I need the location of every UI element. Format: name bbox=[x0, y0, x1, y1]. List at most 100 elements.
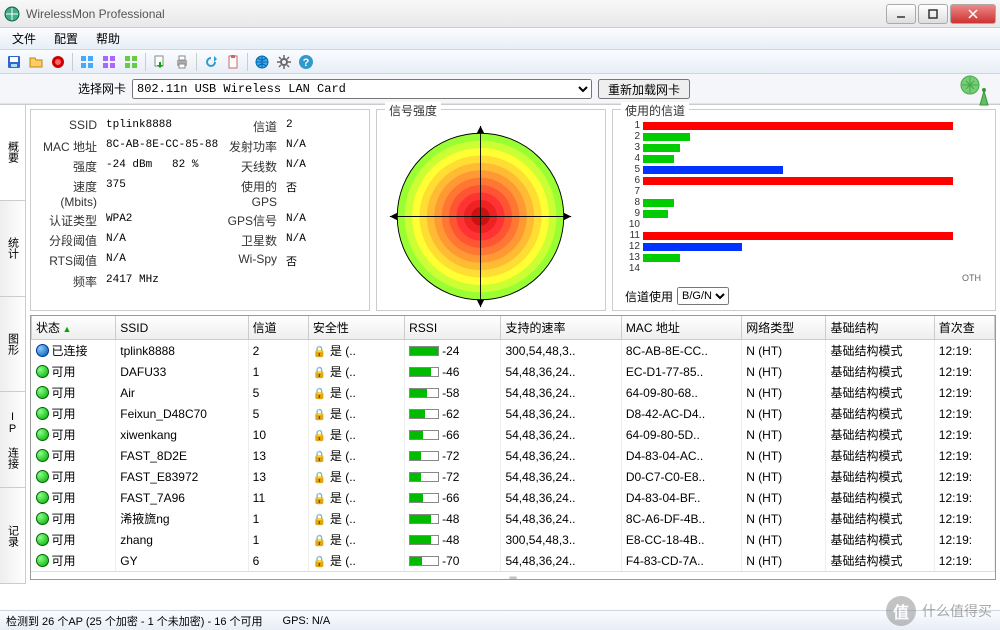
clipboard-icon[interactable] bbox=[223, 52, 243, 72]
signal-strength-panel: 信号强度 bbox=[376, 109, 606, 311]
channel-row: 5 bbox=[625, 164, 983, 175]
refresh-icon[interactable] bbox=[201, 52, 221, 72]
val-gpssig: N/A bbox=[283, 212, 323, 229]
channel-row: 1 bbox=[625, 120, 983, 131]
val-chan: 2 bbox=[283, 118, 323, 135]
side-tabs: 概要 统计 图形 IP 连接 记录 bbox=[0, 105, 26, 584]
col-rates[interactable]: 支持的速率 bbox=[501, 316, 621, 340]
save-icon[interactable] bbox=[4, 52, 24, 72]
tab-ipconn[interactable]: IP 连接 bbox=[0, 392, 25, 488]
val-auth: WPA2 bbox=[103, 212, 223, 229]
status-gps: GPS: N/A bbox=[283, 615, 331, 627]
table-row[interactable]: 可用FAST_8D2E13🔒 是 (..-7254,48,36,24..D4-8… bbox=[32, 445, 995, 466]
maximize-button[interactable] bbox=[918, 4, 948, 24]
lbl-ant: 天线数 bbox=[227, 158, 279, 175]
table-row[interactable]: 可用FAST_E8397213🔒 是 (..-7254,48,36,24..D0… bbox=[32, 466, 995, 487]
col-infra[interactable]: 基础结构 bbox=[826, 316, 934, 340]
ap-table[interactable]: 状态 SSID 信道 安全性 RSSI 支持的速率 MAC 地址 网络类型 基础… bbox=[30, 315, 996, 580]
grid1-icon[interactable] bbox=[77, 52, 97, 72]
col-mac[interactable]: MAC 地址 bbox=[621, 316, 741, 340]
close-button[interactable] bbox=[950, 4, 996, 24]
tab-graph[interactable]: 图形 bbox=[0, 297, 25, 393]
lbl-ssid: SSID bbox=[37, 118, 99, 135]
col-status[interactable]: 状态 bbox=[32, 316, 116, 340]
globe-icon[interactable] bbox=[252, 52, 272, 72]
col-chan[interactable]: 信道 bbox=[248, 316, 308, 340]
signal-title: 信号强度 bbox=[385, 102, 441, 119]
channels-panel: 使用的信道 1234567891011121314 OTH 信道使用 B/G/N bbox=[612, 109, 996, 311]
lbl-frag: 分段阈值 bbox=[37, 232, 99, 249]
val-frag: N/A bbox=[103, 232, 223, 249]
table-row[interactable]: 可用DAFU331🔒 是 (..-4654,48,36,24..EC-D1-77… bbox=[32, 361, 995, 382]
table-row[interactable]: 可用xiwenkang10🔒 是 (..-6654,48,36,24..64-0… bbox=[32, 424, 995, 445]
antenna-icon bbox=[956, 71, 992, 107]
lbl-gpssig: GPS信号 bbox=[227, 212, 279, 229]
nic-select[interactable]: 802.11n USB Wireless LAN Card bbox=[132, 79, 592, 99]
table-row[interactable]: 可用Feixun_D48C705🔒 是 (..-6254,48,36,24..D… bbox=[32, 403, 995, 424]
val-gps: 否 bbox=[283, 178, 323, 209]
watermark-badge: 值 bbox=[886, 596, 916, 626]
table-row[interactable]: 可用FAST_7A9611🔒 是 (..-6654,48,36,24..D4-8… bbox=[32, 487, 995, 508]
col-first[interactable]: 首次查 bbox=[934, 316, 994, 340]
tab-log[interactable]: 记录 bbox=[0, 488, 25, 584]
lbl-wispy: Wi-Spy bbox=[227, 252, 279, 270]
lbl-mac: MAC 地址 bbox=[37, 138, 99, 155]
reload-nic-button[interactable]: 重新加载网卡 bbox=[598, 79, 690, 99]
help-icon[interactable]: ? bbox=[296, 52, 316, 72]
main-area: 概要 统计 图形 IP 连接 记录 SSIDtplink8888 信道2 MAC… bbox=[0, 104, 1000, 584]
channels-title: 使用的信道 bbox=[621, 102, 689, 119]
open-icon[interactable] bbox=[26, 52, 46, 72]
chuse-select[interactable]: B/G/N bbox=[677, 287, 729, 305]
signal-radar bbox=[383, 124, 578, 309]
channel-row: 4 bbox=[625, 153, 983, 164]
val-rts: N/A bbox=[103, 252, 223, 270]
val-wispy: 否 bbox=[283, 252, 323, 270]
val-sat: N/A bbox=[283, 232, 323, 249]
channel-row: 9 bbox=[625, 208, 983, 219]
scroll-hint: ═ bbox=[31, 571, 995, 580]
lbl-speed: 速度(Mbits) bbox=[37, 178, 99, 209]
window-titlebar: WirelessMon Professional bbox=[0, 0, 1000, 28]
statusbar: 检测到 26 个AP (25 个加密 - 1 个未加密) - 16 个可用 GP… bbox=[0, 610, 1000, 630]
menu-config[interactable]: 配置 bbox=[46, 28, 86, 49]
print-icon[interactable] bbox=[172, 52, 192, 72]
table-row[interactable]: 可用zhang1🔒 是 (..-48300,54,48,3..E8-CC-18-… bbox=[32, 529, 995, 550]
col-sec[interactable]: 安全性 bbox=[308, 316, 404, 340]
nic-label: 选择网卡 bbox=[8, 80, 126, 97]
channel-row: 7 bbox=[625, 186, 983, 197]
export-icon[interactable] bbox=[150, 52, 170, 72]
menu-help[interactable]: 帮助 bbox=[88, 28, 128, 49]
table-row[interactable]: 可用GY6🔒 是 (..-7054,48,36,24..F4-83-CD-7A.… bbox=[32, 550, 995, 571]
menu-file[interactable]: 文件 bbox=[4, 28, 44, 49]
table-row[interactable]: 可用浠掖旒ng1🔒 是 (..-4854,48,36,24..8C-A6-DF-… bbox=[32, 508, 995, 529]
record-icon[interactable] bbox=[48, 52, 68, 72]
chuse-label: 信道使用 bbox=[625, 288, 673, 305]
channel-bars: 1234567891011121314 bbox=[619, 118, 989, 273]
table-row[interactable]: 可用Air5🔒 是 (..-5854,48,36,24..64-09-80-68… bbox=[32, 382, 995, 403]
channel-row: 3 bbox=[625, 142, 983, 153]
content-area: SSIDtplink8888 信道2 MAC 地址8C-AB-8E-CC-85-… bbox=[26, 105, 1000, 584]
channel-row: 10 bbox=[625, 219, 983, 230]
svg-text:?: ? bbox=[303, 57, 310, 69]
grid3-icon[interactable] bbox=[121, 52, 141, 72]
settings-icon[interactable] bbox=[274, 52, 294, 72]
table-row[interactable]: 已连接tplink88882🔒 是 (..-24300,54,48,3..8C-… bbox=[32, 340, 995, 362]
tab-summary[interactable]: 概要 bbox=[0, 105, 25, 201]
channel-row: 11 bbox=[625, 230, 983, 241]
lbl-strength: 强度 bbox=[37, 158, 99, 175]
lbl-rts: RTS阈值 bbox=[37, 252, 99, 270]
col-rssi[interactable]: RSSI bbox=[405, 316, 501, 340]
val-ssid: tplink8888 bbox=[103, 118, 223, 135]
tab-stats[interactable]: 统计 bbox=[0, 201, 25, 297]
channel-row: 2 bbox=[625, 131, 983, 142]
window-title: WirelessMon Professional bbox=[26, 7, 884, 21]
toolbar: ? bbox=[0, 50, 1000, 74]
minimize-button[interactable] bbox=[886, 4, 916, 24]
col-ntype[interactable]: 网络类型 bbox=[742, 316, 826, 340]
grid2-icon[interactable] bbox=[99, 52, 119, 72]
val-ant: N/A bbox=[283, 158, 323, 175]
val-mac: 8C-AB-8E-CC-85-88 bbox=[103, 138, 223, 155]
val-speed: 375 bbox=[103, 178, 223, 209]
col-ssid[interactable]: SSID bbox=[116, 316, 248, 340]
connection-details: SSIDtplink8888 信道2 MAC 地址8C-AB-8E-CC-85-… bbox=[30, 109, 370, 311]
